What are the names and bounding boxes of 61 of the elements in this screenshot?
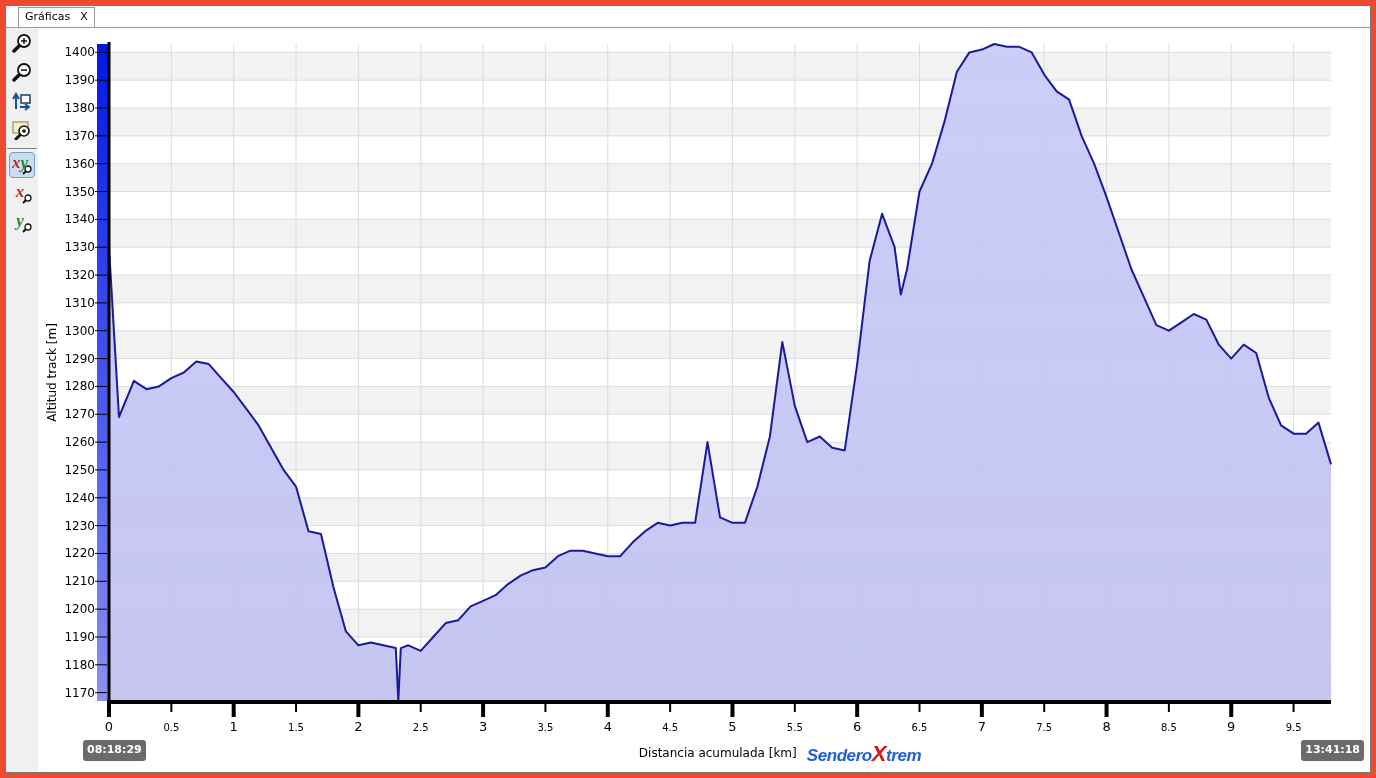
x-tick-label: 9.5 [1285, 722, 1302, 733]
magnifier-icon [22, 223, 32, 233]
x-tick-label: 5.5 [786, 722, 803, 733]
x-tick-label: 1.5 [288, 722, 304, 733]
logo: SenderoXtrem [806, 739, 922, 768]
x-tick-label: 8.5 [1160, 722, 1177, 733]
x-tick-label: 4.5 [662, 722, 679, 733]
axis-zoom-button[interactable]: x [9, 181, 35, 207]
x-tick-label: 3.5 [537, 722, 554, 733]
x-tick-label: 3 [478, 719, 488, 734]
y-axis-title: Altitud track [m] [45, 323, 59, 422]
y-tick-label: 1340 [64, 212, 95, 227]
zoom-in-icon [12, 33, 32, 53]
y-tick-label: 1330 [64, 240, 95, 255]
zoom-out-icon [12, 62, 32, 82]
x-tick-label: 0.5 [163, 722, 180, 733]
axis-zoom-button[interactable]: xy [9, 152, 35, 178]
y-tick-label: 1310 [64, 295, 95, 310]
axis-zoom-button[interactable]: y [9, 210, 35, 236]
y-tick-label: 1290 [64, 351, 95, 366]
tab-label[interactable]: Gráficas [25, 9, 71, 26]
y-tick-label: 1400 [64, 45, 95, 60]
x-tick-label: 0 [104, 719, 114, 734]
y-tick-label: 1230 [64, 518, 95, 533]
x-tick-label: 7 [977, 719, 986, 734]
y-tick-label: 1260 [64, 435, 95, 450]
y-tick-label: 1370 [64, 128, 95, 143]
y-tick-label: 1270 [64, 407, 95, 422]
y-tick-label: 1250 [64, 462, 95, 477]
x-tick-label: 1 [229, 719, 238, 734]
end-time-badge: 13:41:18 [1301, 740, 1364, 761]
graphs-tab[interactable]: Gráficas X [18, 7, 95, 27]
y-tick-label: 1220 [64, 546, 95, 561]
x-tick-label: 8 [1102, 719, 1111, 734]
x-tick-label: 7.5 [1036, 722, 1053, 733]
y-tick-label: 1300 [64, 323, 95, 338]
y-tick-label: 1390 [64, 73, 95, 88]
y-tick-label: 1380 [64, 101, 95, 116]
x-tick-label: 4 [603, 719, 612, 734]
x-tick-label: 6.5 [911, 722, 928, 733]
y-tick-label: 1280 [64, 379, 95, 394]
x-tick-label: 9 [1227, 719, 1236, 734]
y-tick-label: 1190 [64, 629, 95, 644]
y-tick-label: 1210 [64, 574, 95, 589]
x-tick-label: 6 [853, 719, 862, 734]
y-tick-label: 1200 [64, 602, 95, 617]
y-tick-label: 1170 [64, 685, 95, 700]
fit-view-icon [12, 91, 32, 111]
x-tick-label: 5 [728, 719, 737, 734]
y-tick-label: 1240 [64, 490, 95, 505]
x-axis-title: Distancia acumulada [km] [638, 745, 797, 762]
y-tick-label: 1320 [64, 268, 95, 283]
zoom-window-icon [12, 120, 32, 140]
x-tick-label: 2.5 [412, 722, 429, 733]
y-tick-label: 1350 [64, 184, 95, 199]
start-time-badge: 08:18:29 [83, 740, 146, 761]
tab-close-button[interactable]: X [80, 9, 88, 26]
y-tick-label: 1360 [64, 156, 95, 171]
magnifier-icon [22, 194, 32, 204]
x-tick-label: 2 [354, 719, 363, 734]
y-tick-label: 1180 [64, 657, 95, 672]
